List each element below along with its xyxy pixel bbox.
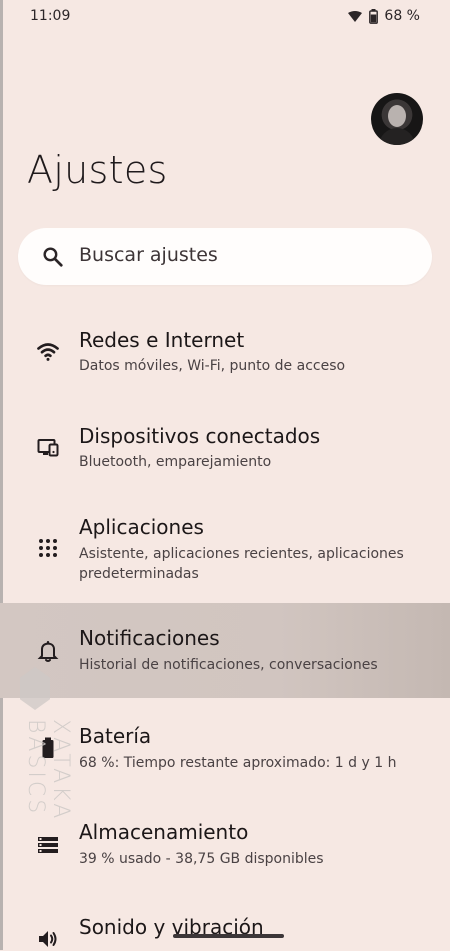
setting-subtitle: Asistente, aplicaciones recientes, aplic… bbox=[79, 546, 404, 582]
connected-devices-icon bbox=[37, 439, 59, 457]
apps-grid-icon bbox=[39, 539, 57, 557]
setting-notificaciones[interactable]: Notificaciones Historial de notificacion… bbox=[0, 603, 450, 698]
setting-title: Aplicaciones bbox=[79, 515, 204, 539]
setting-aplicaciones[interactable]: Aplicaciones Asistente, aplicaciones rec… bbox=[0, 503, 450, 598]
setting-title: Dispositivos conectados bbox=[79, 424, 321, 448]
sound-icon bbox=[39, 931, 57, 947]
setting-title: Almacenamiento bbox=[79, 820, 249, 844]
setting-title: Batería bbox=[79, 724, 152, 748]
setting-subtitle: Datos móviles, Wi-Fi, punto de acceso bbox=[79, 358, 346, 374]
wifi-icon bbox=[37, 343, 59, 361]
setting-dispositivos-conectados[interactable]: Dispositivos conectados Bluetooth, empar… bbox=[0, 410, 450, 500]
navigation-handle[interactable] bbox=[173, 934, 284, 938]
setting-title: Redes e Internet bbox=[79, 328, 245, 352]
battery-icon bbox=[42, 737, 54, 758]
storage-icon bbox=[38, 837, 58, 853]
setting-bateria[interactable]: Batería 68 %: Tiempo restante aproximado… bbox=[0, 707, 450, 797]
setting-title: Notificaciones bbox=[79, 626, 220, 650]
setting-almacenamiento[interactable]: Almacenamiento 39 % usado - 38,75 GB dis… bbox=[0, 804, 450, 894]
setting-subtitle: Bluetooth, emparejamiento bbox=[79, 454, 272, 470]
bell-icon bbox=[37, 641, 59, 662]
setting-subtitle: 68 %: Tiempo restante aproximado: 1 d y … bbox=[79, 755, 397, 771]
setting-redes-internet[interactable]: Redes e Internet Datos móviles, Wi-Fi, p… bbox=[0, 314, 450, 404]
settings-list: Redes e Internet Datos móviles, Wi-Fi, p… bbox=[0, 0, 450, 950]
setting-subtitle: Historial de notificaciones, conversacio… bbox=[79, 657, 378, 673]
setting-sonido-vibracion[interactable]: Sonido y vibración bbox=[0, 900, 450, 950]
setting-subtitle: 39 % usado - 38,75 GB disponibles bbox=[79, 851, 324, 867]
